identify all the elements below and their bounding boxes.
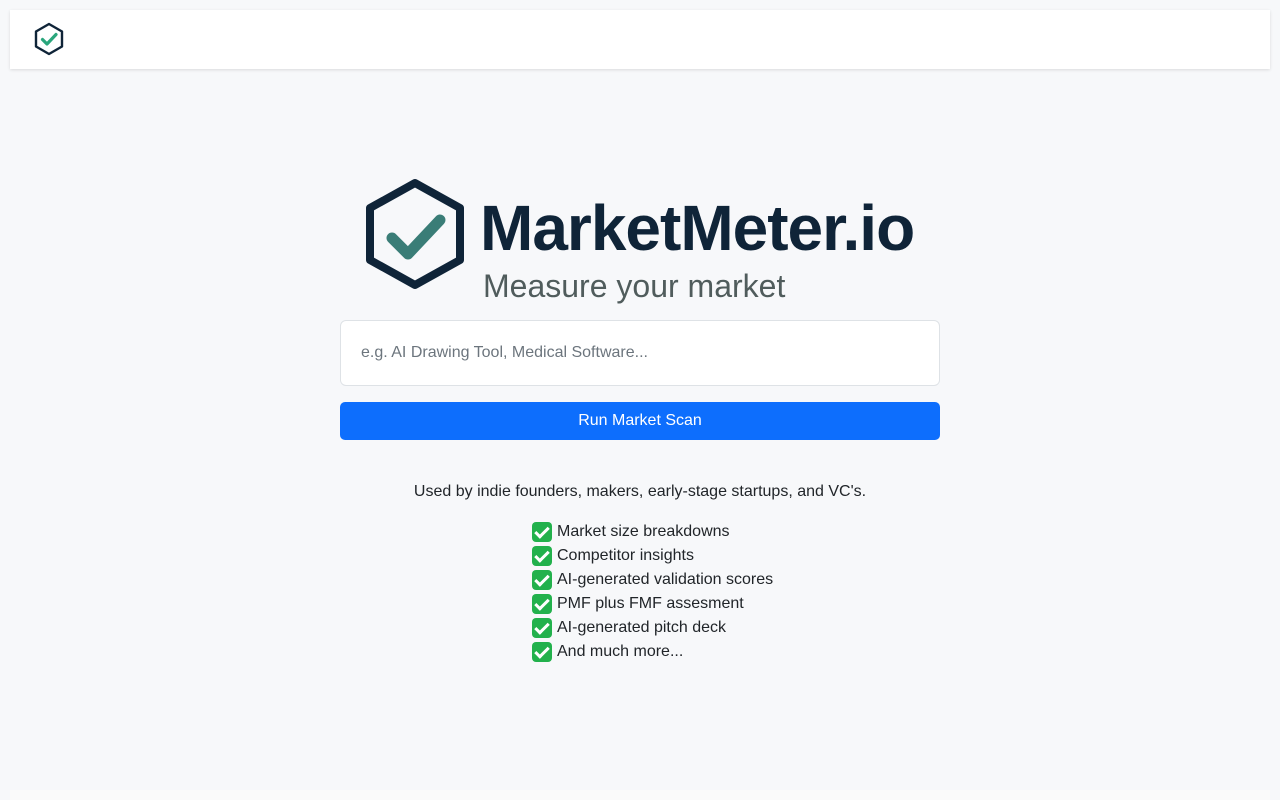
feature-label: AI-generated pitch deck [557, 619, 726, 636]
footer-strip [10, 790, 1270, 800]
feature-label: And much more... [557, 643, 684, 660]
brand-name: MarketMeter.io [480, 192, 915, 264]
feature-label: PMF plus FMF assesment [557, 595, 744, 612]
feature-list: Market size breakdowns Competitor insigh… [532, 520, 773, 664]
brand-hexagon-check-icon [366, 179, 464, 289]
green-check-icon [532, 546, 552, 566]
green-check-icon [532, 594, 552, 614]
feature-label: Market size breakdowns [557, 523, 730, 540]
market-search-input[interactable] [340, 320, 940, 386]
run-market-scan-button[interactable]: Run Market Scan [340, 402, 940, 440]
feature-item: AI-generated pitch deck [532, 616, 773, 640]
green-check-icon [532, 618, 552, 638]
green-check-icon [532, 642, 552, 662]
feature-item: PMF plus FMF assesment [532, 592, 773, 616]
feature-label: Competitor insights [557, 547, 694, 564]
hero: MarketMeter.io Measure your market Run M… [0, 0, 1280, 800]
feature-item: Competitor insights [532, 544, 773, 568]
feature-item: AI-generated validation scores [532, 568, 773, 592]
green-check-icon [532, 522, 552, 542]
feature-label: AI-generated validation scores [557, 571, 774, 588]
green-check-icon [532, 570, 552, 590]
feature-item: And much more... [532, 640, 773, 664]
brand-tagline: Measure your market [483, 268, 786, 304]
used-by-text: Used by indie founders, makers, early-st… [413, 483, 867, 500]
feature-item: Market size breakdowns [532, 520, 773, 544]
